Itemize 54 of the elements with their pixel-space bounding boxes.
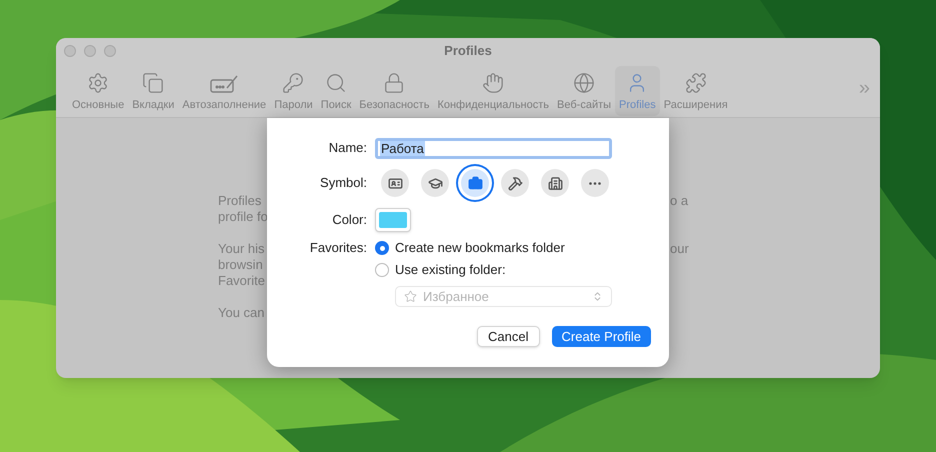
description-text: You can	[218, 305, 265, 321]
toolbar-tab[interactable]: Конфиденциальность	[433, 66, 554, 116]
window-title: Profiles	[444, 42, 492, 60]
more-icon	[589, 182, 601, 184]
tabs-icon	[142, 72, 164, 94]
radio-label: Create new bookmarks folder	[395, 239, 565, 258]
description-text: o a	[670, 193, 688, 209]
chevron-updown-icon	[592, 291, 603, 302]
id-badge-icon	[388, 176, 402, 190]
description-text: Profiles	[218, 193, 262, 209]
description-text: browsin	[218, 257, 263, 273]
name-field[interactable]: Работа	[375, 138, 612, 158]
symbol-option[interactable]	[541, 169, 569, 197]
puzzle-icon	[684, 72, 707, 94]
symbol-option[interactable]	[381, 169, 409, 197]
hammer-icon	[508, 176, 522, 190]
favorites-label: Favorites:	[308, 239, 368, 257]
pen-field-icon	[210, 74, 238, 94]
toolbar-tab[interactable]: Поиск	[316, 66, 356, 116]
more-toolbar-button[interactable]: »	[858, 78, 870, 98]
search-icon	[325, 72, 348, 94]
toolbar-tab[interactable]: Profiles	[615, 66, 660, 116]
graduation-cap-icon	[428, 176, 442, 190]
radio-label: Use existing folder:	[395, 261, 506, 280]
symbol-label: Symbol:	[319, 174, 368, 192]
description-text: Your his	[218, 241, 264, 257]
cancel-button[interactable]: Cancel	[477, 326, 540, 347]
toolbar-tab[interactable]: Веб-сайты	[553, 66, 616, 116]
toolbar-tab[interactable]: Безопасность	[355, 66, 434, 116]
symbol-option[interactable]	[421, 169, 449, 197]
description-text: our	[670, 241, 689, 257]
create-profile-button[interactable]: Create Profile	[552, 326, 651, 347]
briefcase-icon	[468, 176, 482, 190]
globe-icon	[573, 72, 596, 94]
name-label: Name:	[328, 139, 368, 158]
toolbar-tab[interactable]: Вкладки	[128, 66, 178, 116]
toolbar-tab[interactable]: Пароли	[270, 66, 317, 116]
lock-icon	[383, 72, 406, 94]
color-label: Color:	[331, 211, 368, 230]
description-text: Favorite	[218, 273, 265, 289]
symbol-option[interactable]	[501, 169, 529, 197]
hand-icon	[482, 72, 504, 94]
symbol-option[interactable]	[461, 169, 489, 197]
color-well[interactable]	[375, 208, 411, 232]
toolbar-tab[interactable]: Автозаполнение	[178, 66, 270, 116]
gear-icon	[87, 72, 110, 94]
star-icon	[404, 290, 417, 303]
toolbar-tab[interactable]: Расширения	[660, 66, 732, 116]
key-icon	[282, 72, 304, 94]
radio-button[interactable]	[375, 241, 389, 255]
building-icon	[548, 176, 562, 190]
toolbar-tab[interactable]: Основные	[68, 66, 128, 116]
description-text: profile fo	[218, 209, 268, 225]
radio-button[interactable]	[375, 263, 389, 277]
